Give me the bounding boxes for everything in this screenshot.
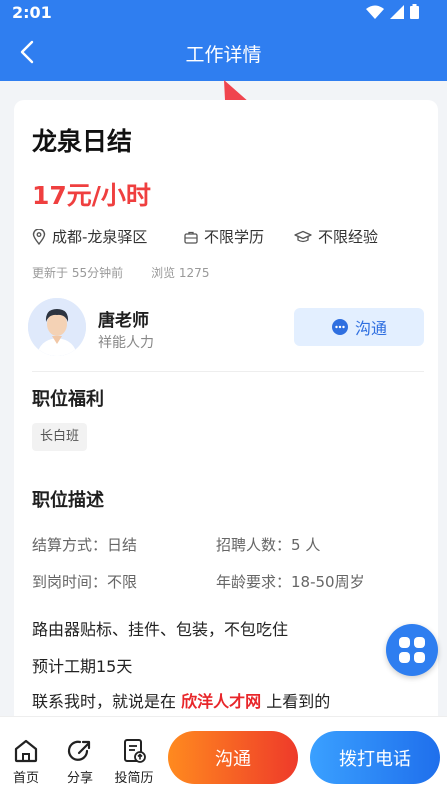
experience-text: 不限经验 <box>318 228 379 246</box>
description-title: 职位描述 <box>32 490 104 511</box>
chat-bubble-icon <box>331 319 348 335</box>
field-value: 不限 <box>107 573 138 591</box>
recruiter-name: 唐老师 <box>98 311 149 331</box>
recruiter-row: 唐老师 祥能人力 沟通 <box>28 298 424 356</box>
bottom-bar: 首页 分享 投简历 沟通 拨打电话 <box>0 716 447 792</box>
page-title: 工作详情 <box>185 44 262 66</box>
share-tab[interactable]: 分享 <box>58 739 102 786</box>
resume-icon <box>124 739 146 763</box>
start-time-field: 到岗时间：不限 <box>32 571 137 592</box>
resume-label: 投简历 <box>114 771 154 786</box>
age-field: 年龄要求：18-50周岁 <box>216 571 365 592</box>
field-label: 招聘人数： <box>216 536 292 554</box>
home-icon <box>14 739 38 763</box>
briefcase-icon <box>184 231 198 244</box>
home-tab[interactable]: 首页 <box>4 739 48 786</box>
status-time: 2:01 <box>12 3 52 22</box>
call-button[interactable]: 拨打电话 <box>310 731 440 784</box>
nav-bar: 工作详情 <box>0 24 447 81</box>
field-label: 年龄要求： <box>216 573 292 591</box>
avatar-icon <box>28 298 86 356</box>
share-label: 分享 <box>66 771 93 786</box>
education-tag: 不限学历 <box>184 226 264 247</box>
experience-tag: 不限经验 <box>294 226 378 247</box>
chat-button-label: 沟通 <box>354 319 387 338</box>
field-value: 日结 <box>107 536 138 554</box>
graduation-cap-icon <box>294 230 312 242</box>
signal-icon <box>390 4 404 19</box>
view-count: 浏览 1275 <box>151 266 210 280</box>
grid-menu-icon <box>399 637 425 663</box>
chat-button[interactable]: 沟通 <box>294 308 424 346</box>
settlement-field: 结算方式：日结 <box>32 534 137 555</box>
contact-prefix: 联系我时，就说是在 <box>32 692 177 711</box>
education-text: 不限学历 <box>204 228 265 246</box>
bottom-chat-button[interactable]: 沟通 <box>168 731 298 784</box>
site-name: 欣洋人才网 <box>181 692 262 711</box>
job-tags: 成都-龙泉驿区 不限学历 不限经验 <box>32 226 432 248</box>
headcount-field: 招聘人数：5 人 <box>216 534 320 555</box>
description-line: 路由器贴标、挂件、包装，不包吃住 <box>32 620 289 639</box>
description-line: 预计工期15天 <box>32 657 133 676</box>
job-title: 龙泉日结 <box>32 127 133 156</box>
battery-icon <box>410 4 419 19</box>
location-text: 成都-龙泉驿区 <box>52 228 148 246</box>
floating-menu-button[interactable] <box>386 624 438 676</box>
benefit-tag: 长白班 <box>32 423 88 451</box>
field-value: 5 人 <box>291 536 321 554</box>
job-detail-card: 龙泉日结 17元/小时 成都-龙泉驿区 不限学历 不限经验 更新于 55分钟前 浏… <box>14 100 438 740</box>
contact-line: 联系我时，就说是在 欣洋人才网 上看到的 <box>32 688 330 712</box>
share-icon <box>67 740 91 761</box>
benefits-title: 职位福利 <box>32 389 104 410</box>
field-value: 18-50周岁 <box>291 573 365 591</box>
contact-suffix: 上看到的 <box>266 692 331 711</box>
location-tag: 成都-龙泉驿区 <box>32 226 147 247</box>
field-label: 结算方式： <box>32 536 108 554</box>
updated-time: 更新于 55分钟前 <box>32 266 124 280</box>
salary: 17元/小时 <box>32 181 151 210</box>
home-label: 首页 <box>12 771 39 786</box>
top-bar: 2:01 工作详情 <box>0 0 447 81</box>
recruiter-company: 祥能人力 <box>98 335 154 351</box>
location-pin-icon <box>32 228 46 245</box>
wifi-icon <box>366 5 384 19</box>
divider <box>32 371 424 372</box>
field-label: 到岗时间： <box>32 573 108 591</box>
avatar[interactable] <box>28 298 86 356</box>
resume-tab[interactable]: 投简历 <box>112 739 156 786</box>
status-bar: 2:01 <box>0 0 447 24</box>
job-meta: 更新于 55分钟前 浏览 1275 <box>32 264 209 281</box>
